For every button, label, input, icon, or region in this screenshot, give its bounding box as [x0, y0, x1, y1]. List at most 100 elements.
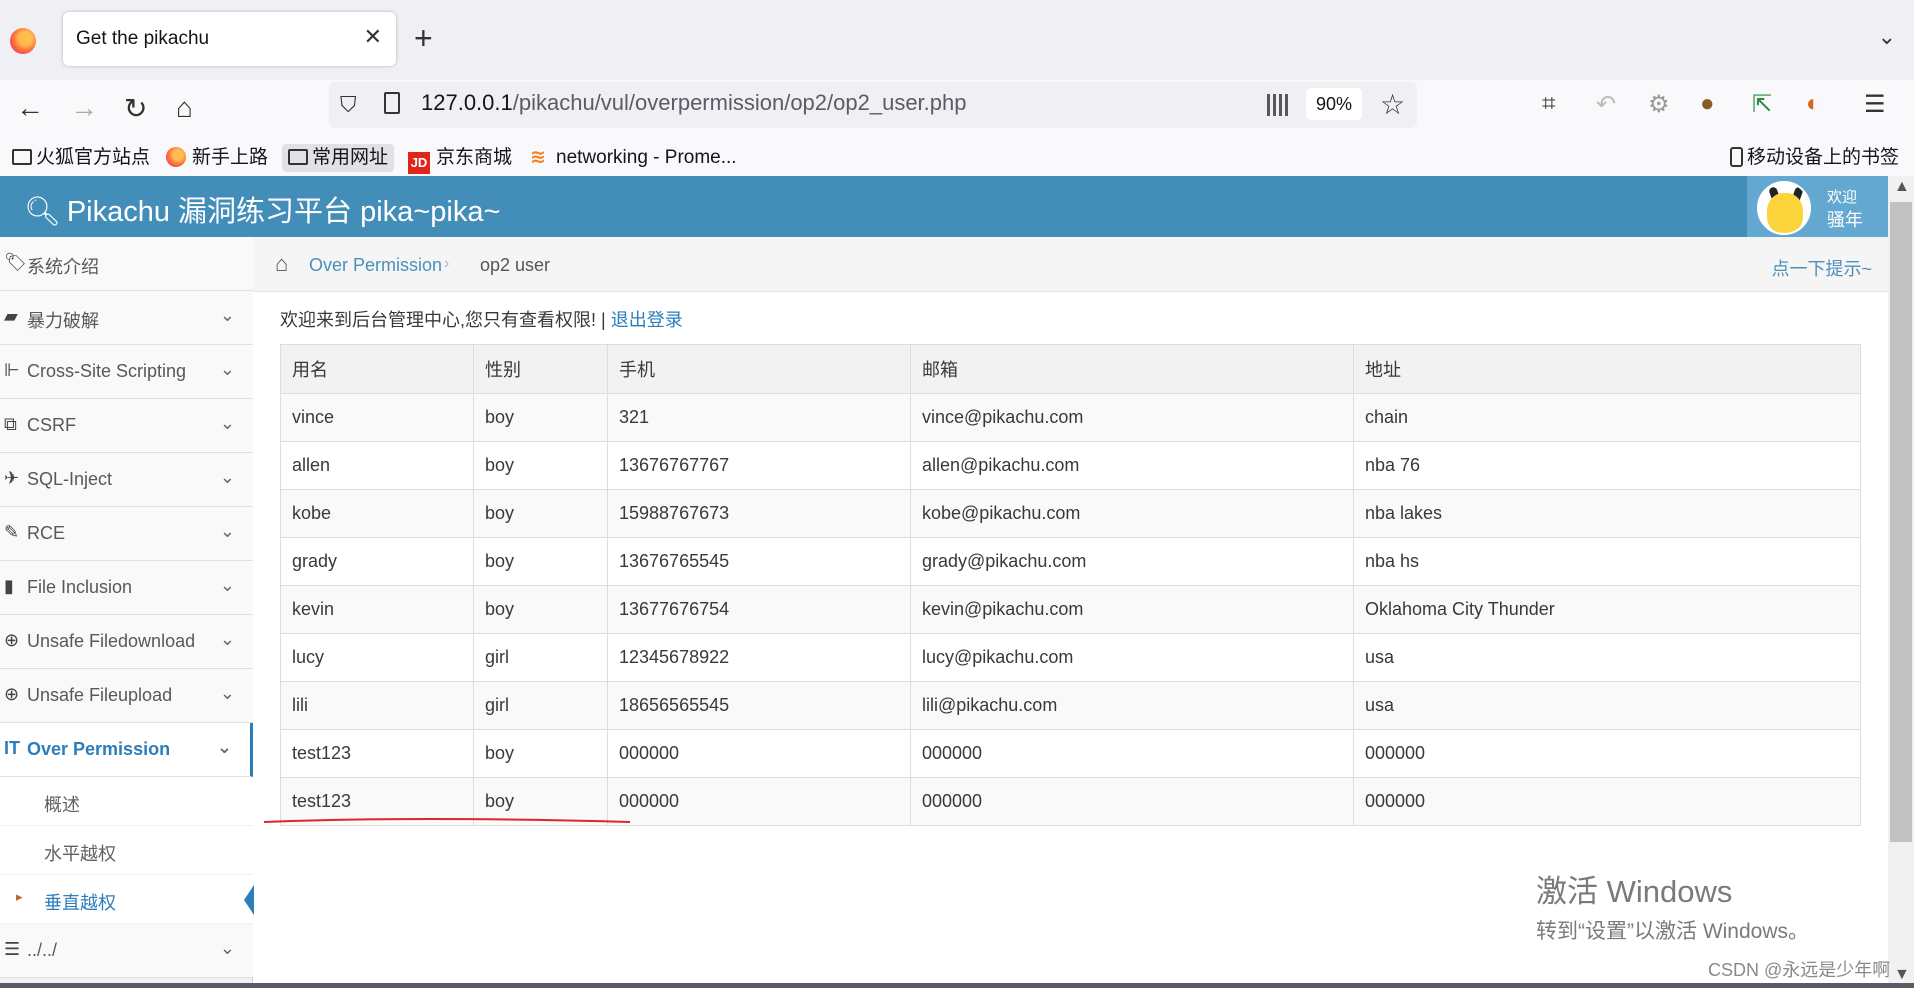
screenshot-crop-icon[interactable]: ⌗	[1542, 90, 1556, 118]
chevron-down-icon: ⌄	[216, 737, 232, 757]
bookmark-firefox-site[interactable]: 火狐官方站点	[12, 144, 150, 172]
column-header: 用名	[280, 344, 474, 394]
table-cell: kobe	[280, 489, 474, 538]
table-cell: 321	[607, 393, 911, 442]
qr-code-icon[interactable]	[1267, 94, 1289, 116]
firefox-icon	[166, 147, 186, 167]
table-cell: 000000	[607, 777, 911, 826]
proxy-switch-icon[interactable]: ⇱	[1752, 90, 1772, 119]
plane-icon: ✈	[4, 468, 20, 488]
hint-link[interactable]: 点一下提示~	[1771, 255, 1872, 281]
sidebar-item-sqli[interactable]: ✈ SQL-Inject ⌄	[0, 453, 253, 507]
logout-link[interactable]: 退出登录	[611, 310, 683, 330]
table-cell: 13677676754	[607, 585, 911, 634]
table-cell: 15988767673	[607, 489, 911, 538]
close-tab-icon[interactable]: ✕	[364, 24, 382, 50]
extension-icon[interactable]: ⚙	[1648, 90, 1670, 119]
bookmark-jd[interactable]: JD 京东商城	[408, 144, 512, 174]
table-row: lucy girl 12345678922 lucy@pikachu.com usa	[280, 633, 1861, 682]
submenu-item-overview[interactable]: 概述	[0, 777, 253, 826]
reload-button[interactable]: ↻	[124, 92, 147, 125]
hackbar-icon[interactable]: ◐	[1806, 90, 1821, 118]
bookmark-star-icon[interactable]: ☆	[1380, 88, 1405, 121]
bottom-edge	[0, 983, 1914, 988]
home-button[interactable]: ⌂	[176, 92, 193, 124]
back-button[interactable]: ←	[16, 92, 44, 124]
table-cell: girl	[473, 633, 608, 682]
breadcrumb: ⌂ Over Permission › op2 user 点一下提示~	[253, 237, 1888, 292]
zoom-level-button[interactable]: 90%	[1306, 88, 1362, 120]
key-icon: 🔍︎	[24, 196, 61, 228]
table-cell: 000000	[607, 729, 911, 778]
table-cell: vince	[280, 393, 474, 442]
page-scrollbar[interactable]: ▲ ▼	[1888, 176, 1914, 988]
user-menu[interactable]: 欢迎 骚年	[1747, 176, 1888, 237]
sidebar-item-file-inclusion[interactable]: ▮ File Inclusion ⌄	[0, 561, 253, 615]
table-cell: 000000	[1353, 777, 1861, 826]
sidebar-item-brute-force[interactable]: ▰ 暴力破解 ⌄	[0, 291, 253, 345]
bookmark-networking[interactable]: ≋ networking - Prome...	[530, 144, 737, 172]
sidebar-item-path-traversal[interactable]: ☰ ../../⌄	[0, 924, 253, 978]
tracking-protection-shield-icon[interactable]: ⛉	[340, 92, 357, 118]
menu-icon[interactable]: ☰	[1864, 90, 1886, 119]
table-cell: 12345678922	[607, 633, 911, 682]
bookmark-mobile[interactable]: 移动设备上的书签	[1730, 144, 1899, 172]
browser-tab-bar: Get the pikachu ✕ + ⌄	[0, 0, 1914, 80]
page-info-icon[interactable]	[384, 92, 400, 114]
bookmarks-toolbar: 火狐官方站点 新手上路 常用网址 JD 京东商城 ≋ networking - Pr…	[0, 138, 1914, 176]
url-text[interactable]: 127.0.0.1/pikachu/vul/overpermission/op2…	[421, 90, 966, 116]
table-cell: vince@pikachu.com	[910, 393, 1354, 442]
chevron-down-icon: ⌄	[219, 359, 235, 379]
jd-logo-icon: JD	[408, 152, 430, 174]
cookie-icon[interactable]: ●	[1700, 90, 1715, 118]
submenu-item-vertical[interactable]: ▸ 垂直越权	[0, 875, 254, 924]
submenu-item-horizontal[interactable]: 水平越权	[0, 826, 253, 875]
table-cell: kobe@pikachu.com	[910, 489, 1354, 538]
sidebar-item-unsafe-filedownload[interactable]: ⊕ Unsafe Filedownload ⌄	[0, 615, 253, 669]
scroll-down-icon[interactable]: ▼	[1894, 966, 1910, 984]
browser-tab[interactable]: Get the pikachu ✕	[63, 12, 396, 66]
sidebar-item-over-permission[interactable]: IT Over Permission ⌄	[0, 723, 253, 777]
bookmark-common-sites[interactable]: 常用网址	[282, 144, 395, 172]
chevron-down-icon: ⌄	[219, 467, 235, 487]
table-cell: 13676765545	[607, 537, 911, 586]
scroll-up-icon[interactable]: ▲	[1894, 178, 1910, 196]
forward-button[interactable]: →	[70, 92, 98, 124]
home-icon[interactable]: ⌂	[275, 251, 288, 277]
app-title[interactable]: 🔍︎ Pikachu 漏洞练习平台 pika~pika~	[24, 188, 500, 230]
table-cell: allen	[280, 441, 474, 490]
chevron-down-icon: ⌄	[219, 521, 235, 541]
undo-icon[interactable]: ↶	[1596, 90, 1616, 119]
breadcrumb-link[interactable]: Over Permission	[309, 255, 442, 276]
table-cell: boy	[473, 585, 608, 634]
users-table: 用名 性别 手机 邮箱 地址 vince boy 321 vince@pikachu.…	[280, 344, 1861, 826]
table-cell: usa	[1353, 633, 1861, 682]
tab-list-chevron-icon[interactable]: ⌄	[1878, 24, 1896, 50]
scroll-thumb[interactable]	[1890, 202, 1912, 842]
sidebar-item-xss[interactable]: ⊩ Cross-Site Scripting ⌄	[0, 345, 253, 399]
bookmark-getting-started[interactable]: 新手上路	[166, 144, 268, 172]
table-cell: usa	[1353, 681, 1861, 730]
list-icon: ☰	[4, 939, 21, 959]
table-cell: 000000	[910, 729, 1354, 778]
sidebar-item-rce[interactable]: ✎ RCE ⌄	[0, 507, 253, 561]
sidebar-item-csrf[interactable]: ⧉ CSRF ⌄	[0, 399, 253, 453]
breadcrumb-separator: ›	[444, 255, 450, 272]
chevron-down-icon: ⌄	[219, 683, 235, 703]
breadcrumb-current: op2 user	[480, 255, 551, 275]
avatar	[1757, 181, 1811, 235]
table-cell: boy	[473, 393, 608, 442]
chevron-down-icon: ⌄	[219, 305, 235, 325]
user-welcome-label: 欢迎	[1827, 189, 1858, 206]
csdn-watermark: CSDN @永远是少年啊	[1708, 960, 1891, 980]
table-cell: lili	[280, 681, 474, 730]
sidebar-item-unsafe-fileupload[interactable]: ⊕ Unsafe Fileupload ⌄	[0, 669, 253, 723]
table-cell: nba lakes	[1353, 489, 1861, 538]
app-header: 🔍︎ Pikachu 漏洞练习平台 pika~pika~	[0, 176, 1888, 237]
new-tab-button[interactable]: +	[414, 20, 433, 57]
sitemap-icon: ⊩	[4, 360, 20, 380]
table-cell: nba 76	[1353, 441, 1861, 490]
active-pointer	[244, 885, 254, 915]
sidebar-item-intro[interactable]: 🏷︎ 系统介绍	[0, 237, 253, 291]
column-header: 地址	[1353, 344, 1861, 394]
